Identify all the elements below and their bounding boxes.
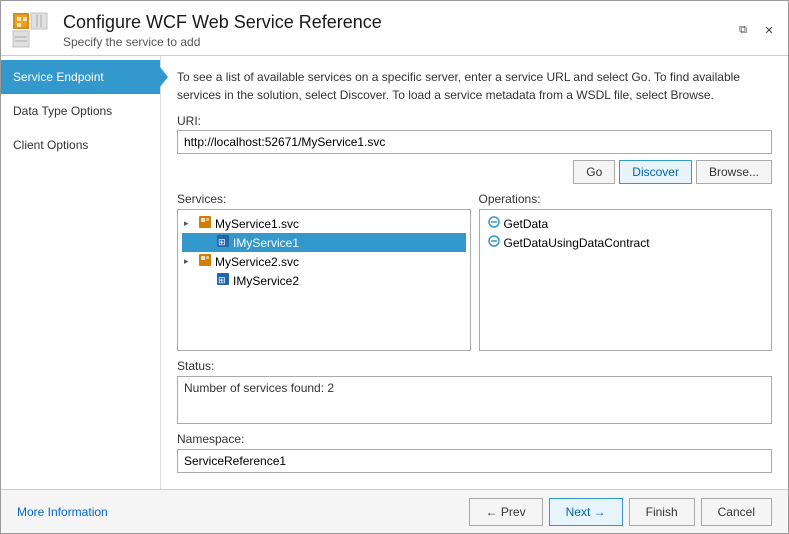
title-bar-controls: ⧉ ✕: [732, 19, 780, 41]
description-text: To see a list of available services on a…: [177, 68, 772, 104]
uri-input[interactable]: [177, 130, 772, 154]
cancel-button[interactable]: Cancel: [701, 498, 772, 526]
title-bar: Configure WCF Web Service Reference Spec…: [1, 1, 788, 55]
svg-text:⊞: ⊞: [218, 237, 226, 247]
tree-label-svc1: MyService1.svc: [215, 217, 299, 231]
main-panel: To see a list of available services on a…: [161, 56, 788, 489]
tree-label-iservice1: IMyService1: [233, 236, 299, 250]
icon-svc1: [198, 215, 212, 232]
ops-item-getdata: GetData: [484, 214, 768, 233]
ops-icon-getdatacontract: [488, 235, 500, 250]
namespace-input[interactable]: [177, 449, 772, 473]
chevron-svc1: ▸: [184, 218, 198, 229]
services-label: Services:: [177, 192, 471, 206]
icon-svc2: [198, 253, 212, 270]
uri-label: URI:: [177, 114, 772, 128]
services-section: Services: ▸ MyService1.svc: [177, 192, 471, 351]
namespace-label: Namespace:: [177, 432, 772, 446]
status-label: Status:: [177, 359, 772, 373]
ops-icon-getdata: [488, 216, 500, 231]
more-info-link[interactable]: More Information: [17, 505, 108, 519]
ops-label-getdatacontract: GetDataUsingDataContract: [504, 236, 650, 250]
ops-item-getdatausingdatacontract: GetDataUsingDataContract: [484, 233, 768, 252]
sidebar-item-service-endpoint[interactable]: Service Endpoint: [1, 60, 160, 94]
sidebar-item-data-type-options[interactable]: Data Type Options: [1, 94, 160, 128]
icon-iservice1: ⊞: [216, 234, 230, 251]
chevron-svc2: ▸: [184, 256, 198, 267]
footer-left: More Information: [17, 505, 108, 519]
tree-item-iservice1[interactable]: ⊞ IMyService1: [182, 233, 466, 252]
tree-label-iservice2: IMyService2: [233, 274, 299, 288]
dialog-title: Configure WCF Web Service Reference: [63, 12, 382, 33]
finish-button[interactable]: Finish: [629, 498, 695, 526]
prev-button[interactable]: ← Prev: [469, 498, 543, 526]
discover-button[interactable]: Discover: [619, 160, 692, 184]
title-text: Configure WCF Web Service Reference Spec…: [63, 12, 382, 49]
tree-item-iservice2[interactable]: ⊞ IMyService2: [182, 271, 466, 290]
icon-iservice2: ⊞: [216, 272, 230, 289]
ops-label-getdata: GetData: [504, 217, 549, 231]
namespace-section: Namespace:: [177, 432, 772, 473]
operations-label: Operations:: [479, 192, 773, 206]
tree-label-svc2: MyService2.svc: [215, 255, 299, 269]
title-bar-left: Configure WCF Web Service Reference Spec…: [9, 9, 382, 51]
wcf-icon: [9, 9, 51, 51]
dialog-subtitle: Specify the service to add: [63, 35, 382, 49]
restore-button[interactable]: ⧉: [732, 19, 754, 41]
uri-row: [177, 130, 772, 154]
next-button[interactable]: Next →: [549, 498, 623, 526]
close-button[interactable]: ✕: [758, 19, 780, 41]
status-value: Number of services found: 2: [184, 381, 334, 395]
tree-item-svc2[interactable]: ▸ MyService2.svc: [182, 252, 466, 271]
footer: More Information ← Prev Next → Finish Ca…: [1, 489, 788, 533]
operations-list: GetData GetDataUsingDataContract: [479, 209, 773, 351]
panels-row: Services: ▸ MyService1.svc: [177, 192, 772, 351]
dialog: Configure WCF Web Service Reference Spec…: [0, 0, 789, 534]
status-section: Status: Number of services found: 2: [177, 359, 772, 424]
action-buttons: Go Discover Browse...: [177, 160, 772, 184]
browse-button[interactable]: Browse...: [696, 160, 772, 184]
go-button[interactable]: Go: [573, 160, 615, 184]
operations-section: Operations: GetData GetDataU: [479, 192, 773, 351]
services-tree[interactable]: ▸ MyService1.svc ⊞: [177, 209, 471, 351]
tree-item-svc1[interactable]: ▸ MyService1.svc: [182, 214, 466, 233]
status-box: Number of services found: 2: [177, 376, 772, 424]
footer-right: ← Prev Next → Finish Cancel: [469, 498, 772, 526]
svg-text:⊞: ⊞: [218, 275, 226, 285]
sidebar-item-client-options[interactable]: Client Options: [1, 128, 160, 162]
sidebar: Service Endpoint Data Type Options Clien…: [1, 56, 161, 489]
content-area: Service Endpoint Data Type Options Clien…: [1, 55, 788, 489]
